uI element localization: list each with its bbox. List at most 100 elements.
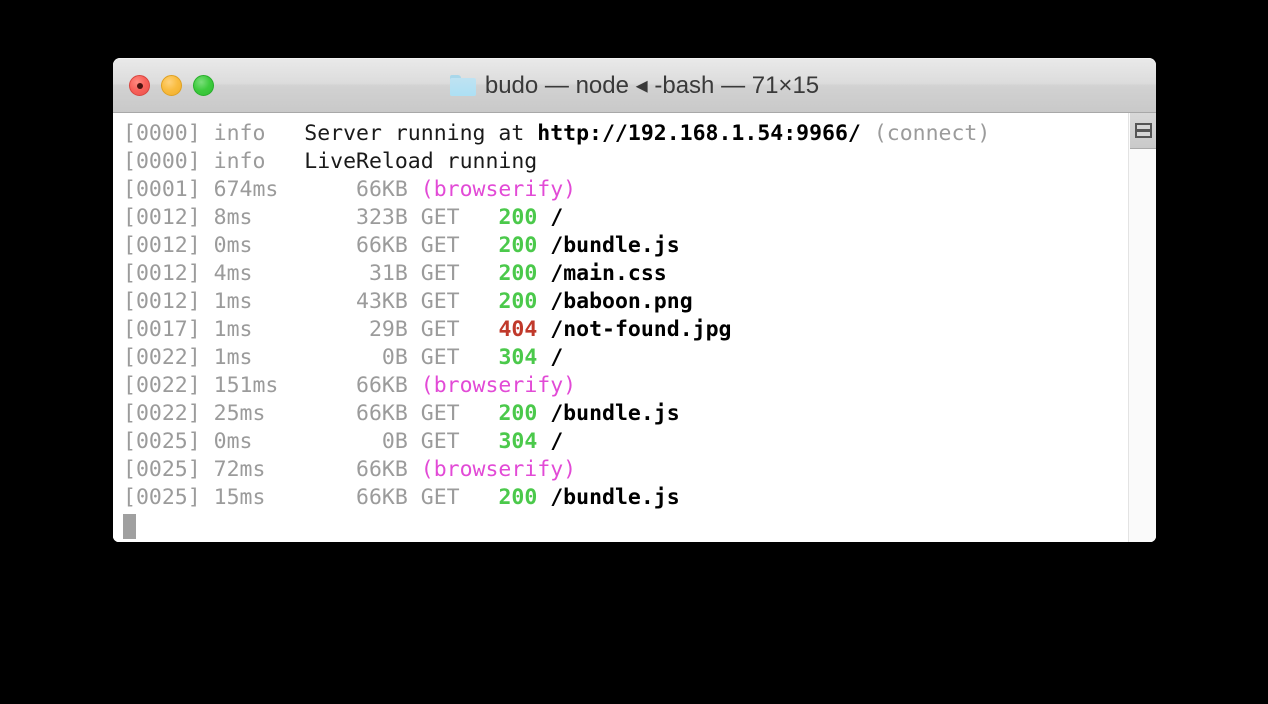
log-path: /main.css: [550, 261, 667, 286]
log-suffix: (connect): [860, 121, 991, 146]
log-path: /: [550, 345, 564, 370]
log-duration: 72ms: [213, 457, 266, 482]
log-path: /: [550, 205, 564, 230]
log-timestamp: [0000]: [123, 121, 201, 146]
log-status: 200: [498, 485, 538, 510]
log-duration: 0ms: [213, 429, 253, 454]
log-method: GET: [420, 401, 460, 426]
log-pad: [278, 177, 356, 202]
log-method: GET: [420, 261, 460, 286]
log-label: (browserify): [420, 177, 577, 202]
log-size: 0B: [381, 345, 408, 370]
log-size: 66KB: [356, 457, 408, 482]
log-path: /bundle.js: [550, 401, 680, 426]
log-url: http://192.168.1.54:9966/: [537, 121, 861, 146]
log-size: 31B: [368, 261, 408, 286]
log-duration: 1ms: [213, 317, 253, 342]
log-size: 43KB: [356, 289, 408, 314]
log-size: 66KB: [356, 233, 408, 258]
log-level: info: [213, 149, 279, 174]
log-line: [0022] 151ms 66KB (browserify): [113, 372, 1128, 400]
terminal-window[interactable]: budo — node ◂ -bash — 71×15 [0000] info …: [113, 58, 1156, 542]
title-bar-center: budo — node ◂ -bash — 71×15: [113, 71, 1156, 100]
log-path: /bundle.js: [550, 233, 680, 258]
log-size: 66KB: [356, 177, 408, 202]
log-line: [0012] 4ms 31B GET 200 /main.css: [113, 260, 1128, 288]
log-duration: 1ms: [213, 289, 253, 314]
log-timestamp: [0012]: [123, 205, 201, 230]
log-timestamp: [0022]: [123, 373, 201, 398]
log-timestamp: [0022]: [123, 345, 201, 370]
log-size: 0B: [381, 429, 408, 454]
log-status: 200: [498, 289, 538, 314]
log-method: GET: [420, 233, 460, 258]
log-duration: 8ms: [213, 205, 253, 230]
log-line: [0025] 15ms 66KB GET 200 /bundle.js: [113, 484, 1128, 512]
close-window-button[interactable]: [129, 75, 150, 96]
log-line: [0000] info LiveReload running: [113, 148, 1128, 176]
log-line: [0025] 0ms 0B GET 304 /: [113, 428, 1128, 456]
terminal-output[interactable]: [0000] info Server running at http://192…: [113, 113, 1128, 542]
traffic-light-buttons[interactable]: [129, 59, 214, 112]
log-path: /bundle.js: [550, 485, 680, 510]
log-status: 200: [498, 233, 538, 258]
log-timestamp: [0017]: [123, 317, 201, 342]
log-duration: 0ms: [213, 233, 253, 258]
log-size: 66KB: [356, 373, 408, 398]
log-label: (browserify): [420, 373, 577, 398]
log-status: 404: [498, 317, 538, 342]
log-path: /baboon.png: [550, 289, 693, 314]
log-timestamp: [0012]: [123, 261, 201, 286]
log-timestamp: [0025]: [123, 457, 201, 482]
log-duration: 15ms: [213, 485, 266, 510]
log-method: GET: [420, 317, 460, 342]
log-timestamp: [0025]: [123, 429, 201, 454]
lines-glyph-icon: [1134, 123, 1152, 138]
log-duration: 4ms: [213, 261, 253, 286]
log-line: [0025] 72ms 66KB (browserify): [113, 456, 1128, 484]
log-line: [0012] 1ms 43KB GET 200 /baboon.png: [113, 288, 1128, 316]
minimize-window-button[interactable]: [161, 75, 182, 96]
log-line: [0012] 8ms 323B GET 200 /: [113, 204, 1128, 232]
log-line: [0001] 674ms 66KB (browserify): [113, 176, 1128, 204]
log-method: GET: [420, 429, 460, 454]
log-size: 66KB: [356, 401, 408, 426]
scrollbar-thumb[interactable]: [1130, 113, 1156, 149]
log-path: /: [550, 429, 564, 454]
log-timestamp: [0012]: [123, 233, 201, 258]
log-path: /not-found.jpg: [550, 317, 732, 342]
block-cursor: [123, 514, 136, 539]
log-method: GET: [420, 345, 460, 370]
log-duration: 25ms: [213, 401, 266, 426]
log-timestamp: [0022]: [123, 401, 201, 426]
log-size: 323B: [356, 205, 408, 230]
log-status: 304: [498, 429, 538, 454]
log-duration: 151ms: [213, 373, 279, 398]
log-message: Server running at: [291, 121, 538, 146]
log-level: info: [213, 121, 279, 146]
log-duration: 1ms: [213, 345, 253, 370]
title-bar[interactable]: budo — node ◂ -bash — 71×15: [113, 58, 1156, 113]
log-status: 200: [498, 205, 538, 230]
log-line: [0012] 0ms 66KB GET 200 /bundle.js: [113, 232, 1128, 260]
log-timestamp: [0001]: [123, 177, 201, 202]
log-method: GET: [420, 485, 460, 510]
folder-icon: [449, 75, 476, 96]
log-line: [0017] 1ms 29B GET 404 /not-found.jpg: [113, 316, 1128, 344]
zoom-window-button[interactable]: [193, 75, 214, 96]
vertical-scrollbar[interactable]: [1128, 113, 1156, 542]
log-method: GET: [420, 205, 460, 230]
log-size: 66KB: [356, 485, 408, 510]
log-timestamp: [0000]: [123, 149, 201, 174]
log-size: 29B: [368, 317, 408, 342]
log-status: 200: [498, 401, 538, 426]
terminal-body[interactable]: [0000] info Server running at http://192…: [113, 113, 1156, 542]
log-status: 304: [498, 345, 538, 370]
log-line: [0022] 1ms 0B GET 304 /: [113, 344, 1128, 372]
log-label: (browserify): [420, 457, 577, 482]
log-message: LiveReload running: [291, 149, 538, 174]
window-title: budo — node ◂ -bash — 71×15: [484, 72, 820, 99]
log-status: 200: [498, 261, 538, 286]
log-line: [0022] 25ms 66KB GET 200 /bundle.js: [113, 400, 1128, 428]
log-line: [0000] info Server running at http://192…: [113, 120, 1128, 148]
